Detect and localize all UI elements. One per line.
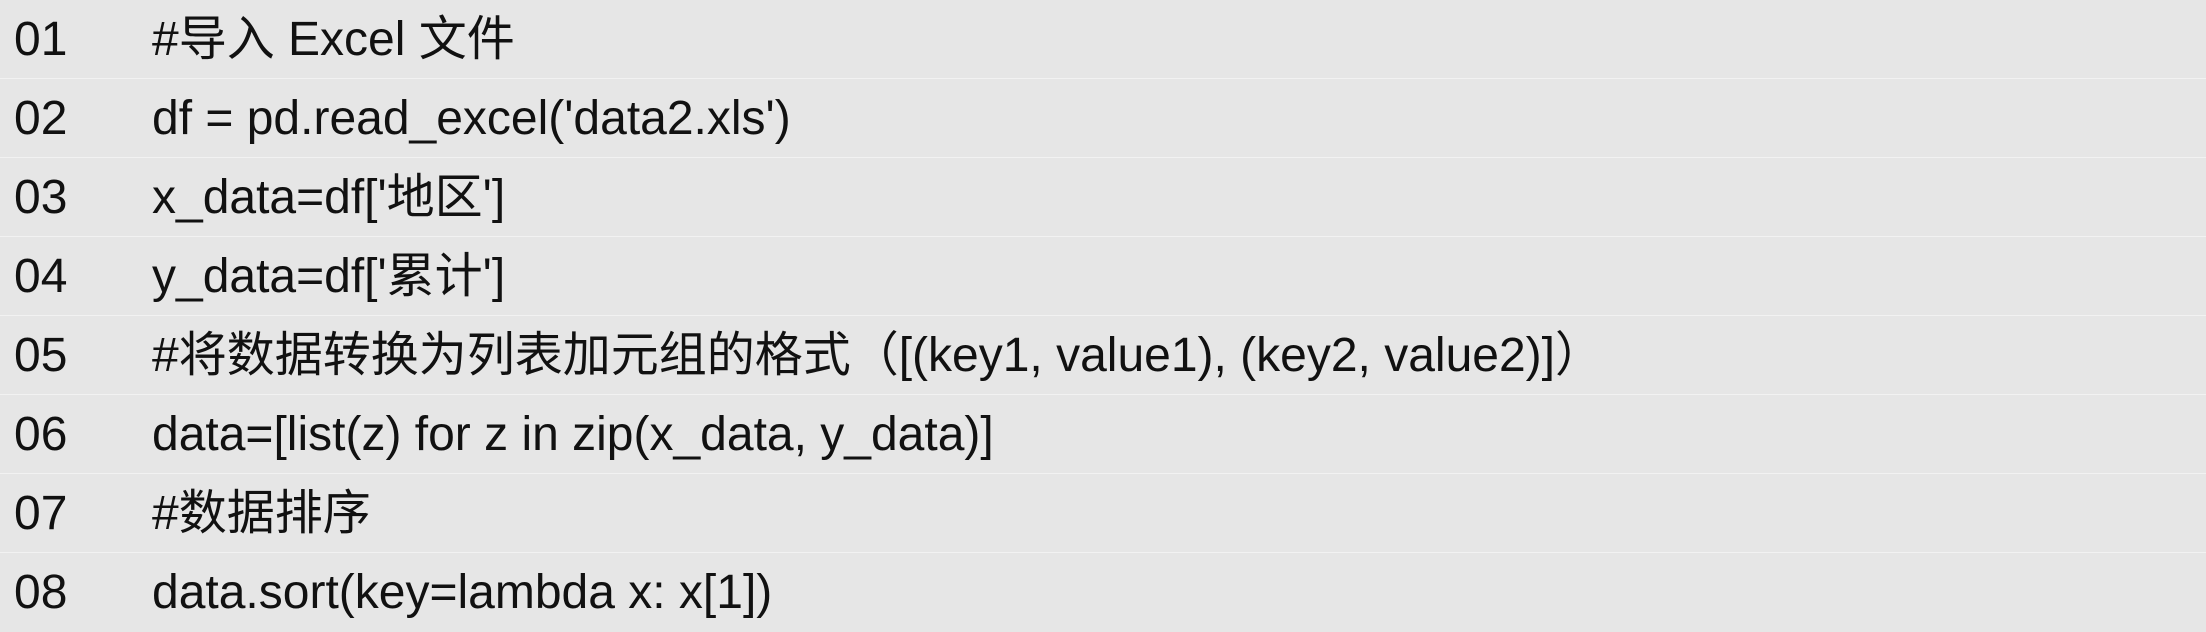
line-code: data.sort(key=lambda x: x[1]) — [152, 566, 773, 619]
code-line-02: 02 df = pd.read_excel('data2.xls') — [0, 79, 2206, 158]
line-number: 06 — [14, 408, 68, 461]
line-number: 08 — [14, 566, 68, 619]
line-code: #导入 Excel 文件 — [152, 13, 515, 66]
code-line-05: 05 #将数据转换为列表加元组的格式（[(key1, value1), (key… — [0, 316, 2206, 395]
code-listing: 01 #导入 Excel 文件 02 df = pd.read_excel('d… — [0, 0, 2206, 630]
line-number: 02 — [14, 92, 68, 145]
code-line-08: 08 data.sort(key=lambda x: x[1]) — [0, 553, 2206, 632]
line-code: y_data=df['累计'] — [152, 250, 506, 303]
line-number: 04 — [14, 250, 68, 303]
line-code: #数据排序 — [152, 487, 371, 540]
line-number: 03 — [14, 171, 68, 224]
line-code: df = pd.read_excel('data2.xls') — [152, 92, 791, 145]
line-code: #将数据转换为列表加元组的格式（[(key1, value1), (key2, … — [152, 329, 1603, 382]
line-code: data=[list(z) for z in zip(x_data, y_dat… — [152, 408, 994, 461]
code-line-01: 01 #导入 Excel 文件 — [0, 0, 2206, 79]
line-number: 01 — [14, 13, 68, 66]
code-line-07: 07 #数据排序 — [0, 474, 2206, 553]
line-number: 07 — [14, 487, 68, 540]
code-line-03: 03 x_data=df['地区'] — [0, 158, 2206, 237]
code-line-06: 06 data=[list(z) for z in zip(x_data, y_… — [0, 395, 2206, 474]
code-line-04: 04 y_data=df['累计'] — [0, 237, 2206, 316]
line-number: 05 — [14, 329, 68, 382]
line-code: x_data=df['地区'] — [152, 171, 506, 224]
